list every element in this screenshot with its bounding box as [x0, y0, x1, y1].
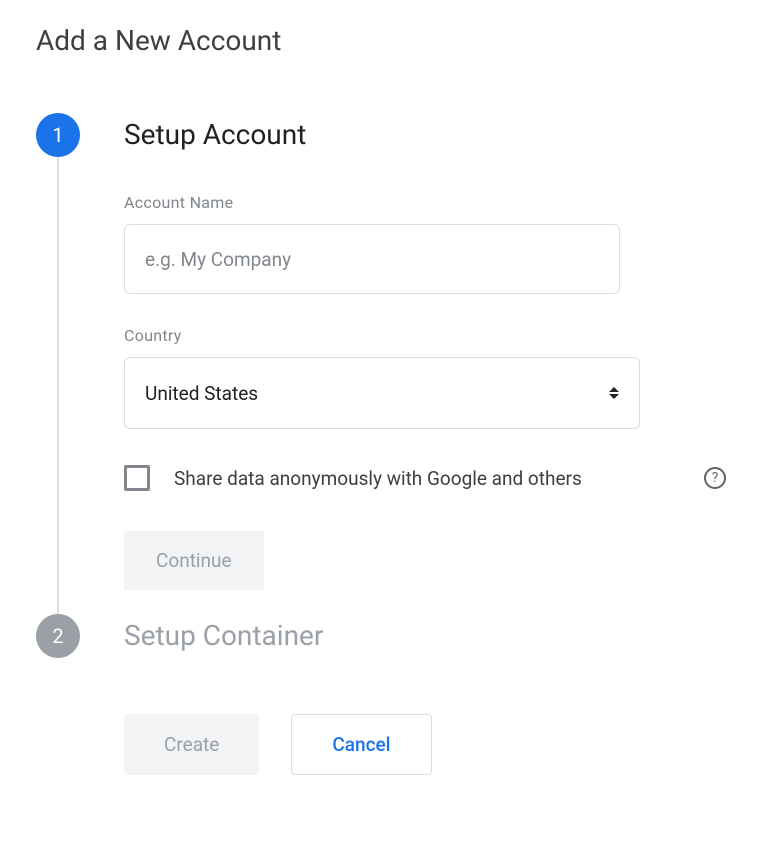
- step-1: 1 Setup Account Account Name Country Uni…: [36, 113, 726, 614]
- country-select-wrapper: United States: [124, 357, 640, 429]
- stepper: 1 Setup Account Account Name Country Uni…: [36, 113, 726, 658]
- footer-actions: Create Cancel: [124, 714, 726, 775]
- share-data-row: Share data anonymously with Google and o…: [124, 465, 726, 491]
- country-selected-value: United States: [145, 382, 258, 405]
- step-1-content: Account Name Country United States S: [124, 193, 726, 590]
- page-title: Add a New Account: [36, 24, 726, 57]
- country-select[interactable]: United States: [124, 357, 640, 429]
- share-data-checkbox[interactable]: [124, 465, 150, 491]
- share-data-label: Share data anonymously with Google and o…: [174, 467, 680, 490]
- account-name-field-group: Account Name: [124, 193, 726, 294]
- help-icon[interactable]: ?: [704, 467, 726, 489]
- step-2-title: Setup Container: [124, 614, 726, 658]
- step-2: 2 Setup Container: [36, 614, 726, 658]
- account-name-label: Account Name: [124, 193, 726, 212]
- country-field-group: Country United States: [124, 326, 726, 429]
- step-1-number: 1: [52, 123, 63, 147]
- country-label: Country: [124, 326, 726, 345]
- step-2-number: 2: [52, 624, 63, 648]
- step-2-circle: 2: [36, 614, 80, 658]
- step-1-circle: 1: [36, 113, 80, 157]
- create-button[interactable]: Create: [124, 714, 259, 775]
- continue-button[interactable]: Continue: [124, 531, 264, 590]
- step-1-title: Setup Account: [124, 113, 726, 157]
- cancel-button[interactable]: Cancel: [291, 714, 431, 775]
- account-name-input[interactable]: [124, 224, 620, 294]
- step-connector: [57, 157, 59, 636]
